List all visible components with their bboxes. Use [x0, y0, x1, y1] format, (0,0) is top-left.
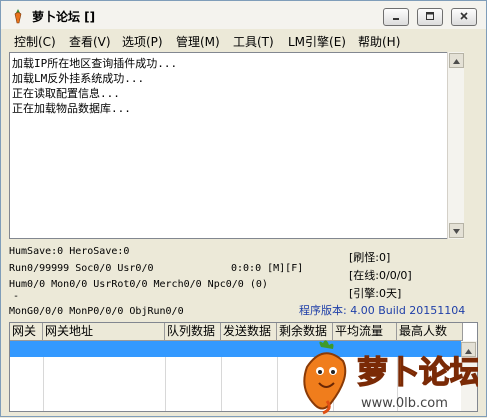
app-window: 萝卜论坛 [] 控制(C) 查看(V) 选项(P) 管理(M) 工具(T) LM… [0, 0, 487, 417]
title-bar[interactable]: 萝卜论坛 [] [1, 1, 486, 29]
status-dash: - [13, 291, 20, 302]
minimize-icon [391, 10, 401, 24]
status-run: Run0/99999 Soc0/0 Usr0/0 [9, 263, 154, 274]
log-output[interactable]: 加载IP所在地区查询插件成功... 加载LM反外挂系统成功... 正在读取配置信… [9, 52, 464, 239]
status-clock: 0:0:0 [M][F] [231, 263, 304, 274]
refresh-monster-count: [刷怪:0] [349, 251, 391, 264]
maximize-icon [425, 10, 435, 24]
menu-bar: 控制(C) 查看(V) 选项(P) 管理(M) 工具(T) LM引擎(E) 帮助… [1, 31, 486, 51]
grid-line [221, 357, 222, 411]
status-humsave: HumSave:0 HeroSave:0 [9, 246, 130, 257]
menu-control[interactable]: 控制(C) [14, 33, 56, 50]
arrow-up-icon [453, 53, 460, 68]
col-header-sent-data[interactable]: 发送数据 [221, 323, 277, 341]
menu-manage[interactable]: 管理(M) [176, 33, 220, 50]
watermark-url: www.0lb.com [361, 396, 448, 411]
grid-line [165, 357, 166, 411]
log-line: 加载LM反外挂系统成功... [12, 72, 145, 85]
arrow-down-icon [453, 223, 460, 238]
scroll-up-button[interactable] [449, 53, 464, 68]
close-button[interactable] [451, 8, 477, 26]
minimize-button[interactable] [383, 8, 409, 26]
window-title: 萝卜论坛 [] [32, 10, 96, 24]
engine-days: [引擎:0天] [349, 287, 402, 300]
menu-lm-engine[interactable]: LM引擎(E) [288, 33, 346, 50]
col-header-gateway-address[interactable]: 网关地址 [43, 323, 165, 341]
scroll-down-button[interactable] [449, 223, 464, 238]
menu-view[interactable]: 查看(V) [69, 33, 111, 50]
menu-options[interactable]: 选项(P) [122, 33, 163, 50]
menu-tools[interactable]: 工具(T) [233, 33, 274, 50]
radish-forum-watermark: 萝卜论坛 www.0lb.com [293, 337, 482, 415]
grid-line [277, 357, 278, 411]
status-monsters: MonG0/0/0 MonP0/0/0 ObjRun0/0 [9, 306, 184, 317]
program-version: 程序版本: 4.00 Build 20151104 [299, 304, 466, 317]
online-count: [在线:0/0/0] [349, 269, 412, 282]
log-scrollbar[interactable] [447, 52, 464, 239]
log-line: 正在加载物品数据库... [12, 102, 131, 115]
menu-help[interactable]: 帮助(H) [358, 33, 400, 50]
maximize-button[interactable] [417, 8, 443, 26]
watermark-logo-text: 萝卜论坛 [357, 355, 478, 391]
radish-app-icon [10, 8, 26, 24]
col-header-queue-data[interactable]: 队列数据 [165, 323, 221, 341]
log-line: 正在读取配置信息... [12, 87, 120, 100]
status-counts: Hum0/0 Mon0/0 UsrRot0/0 Merch0/0 Npc0/0 … [9, 279, 268, 290]
col-header-gateway[interactable]: 网关 [10, 323, 43, 341]
log-line: 加载IP所在地区查询插件成功... [12, 57, 178, 70]
grid-line [43, 357, 44, 411]
close-icon [459, 10, 469, 24]
